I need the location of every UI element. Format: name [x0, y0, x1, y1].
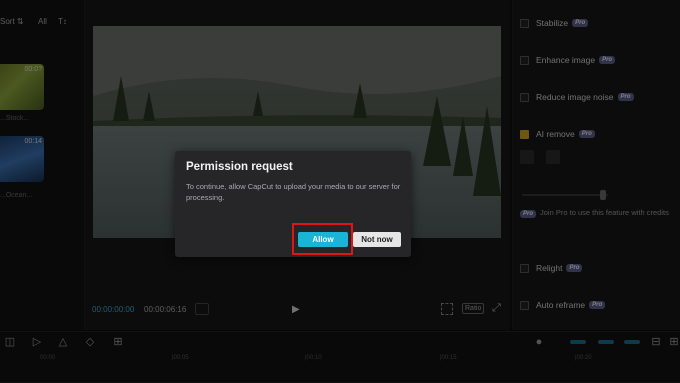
allow-button[interactable]: Allow [298, 232, 348, 247]
dialog-title: Permission request [186, 161, 293, 173]
not-now-button[interactable]: Not now [353, 232, 401, 247]
dialog-message: To continue, allow CapCut to upload your… [186, 182, 401, 202]
